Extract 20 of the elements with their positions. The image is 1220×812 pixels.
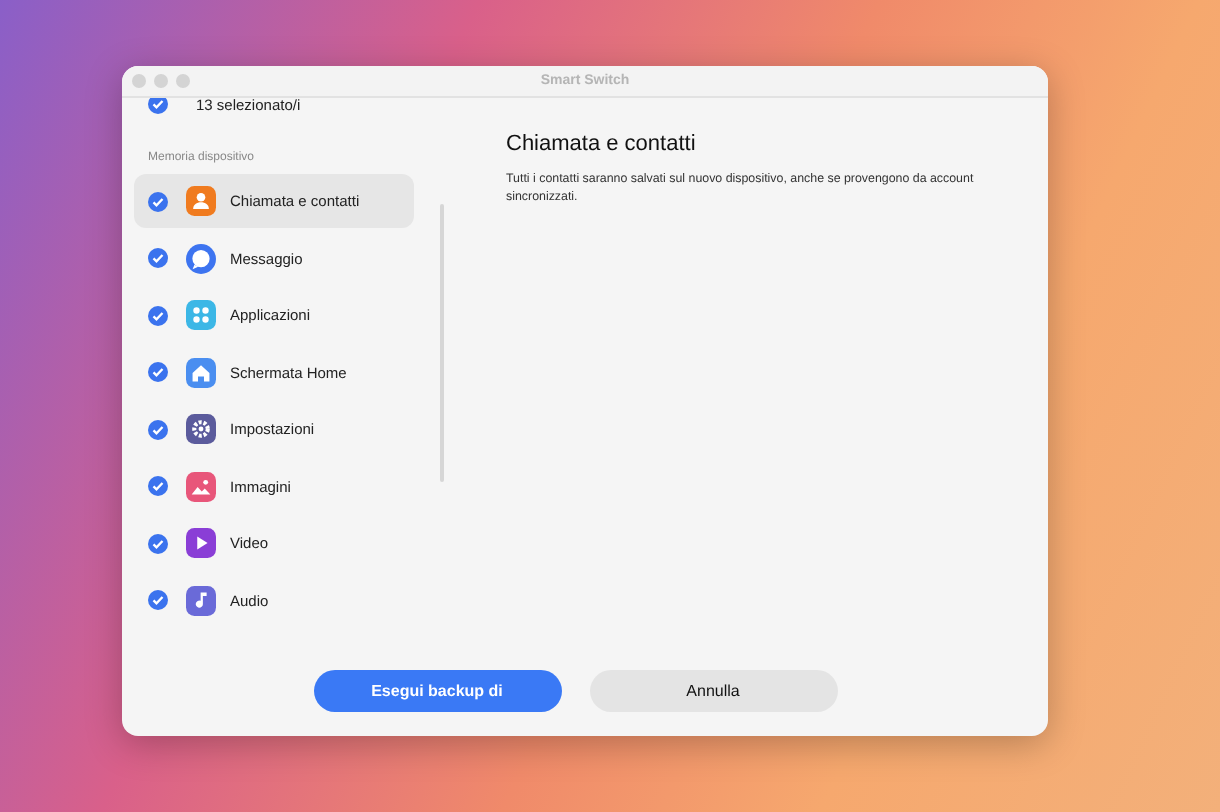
checkbox[interactable] [148,94,168,114]
checkbox[interactable] [148,476,168,496]
checkbox[interactable] [148,362,168,382]
music-note-icon [186,585,216,615]
image-icon [186,471,216,501]
checkbox[interactable] [148,533,168,553]
checkbox[interactable] [148,419,168,439]
gear-icon [186,414,216,444]
checkbox[interactable] [148,305,168,325]
checkbox[interactable] [148,590,168,610]
person-icon [186,186,216,216]
cancel-button[interactable]: Annulla [589,670,837,712]
home-icon [186,357,216,387]
apps-grid-icon [186,300,216,330]
detail-title: Chiamata e contatti [506,132,698,156]
checkbox[interactable] [148,191,168,211]
backup-button[interactable]: Esegui backup di [313,670,561,712]
chat-bubble-icon [186,243,216,273]
checkbox[interactable] [148,248,168,268]
play-icon [186,528,216,558]
